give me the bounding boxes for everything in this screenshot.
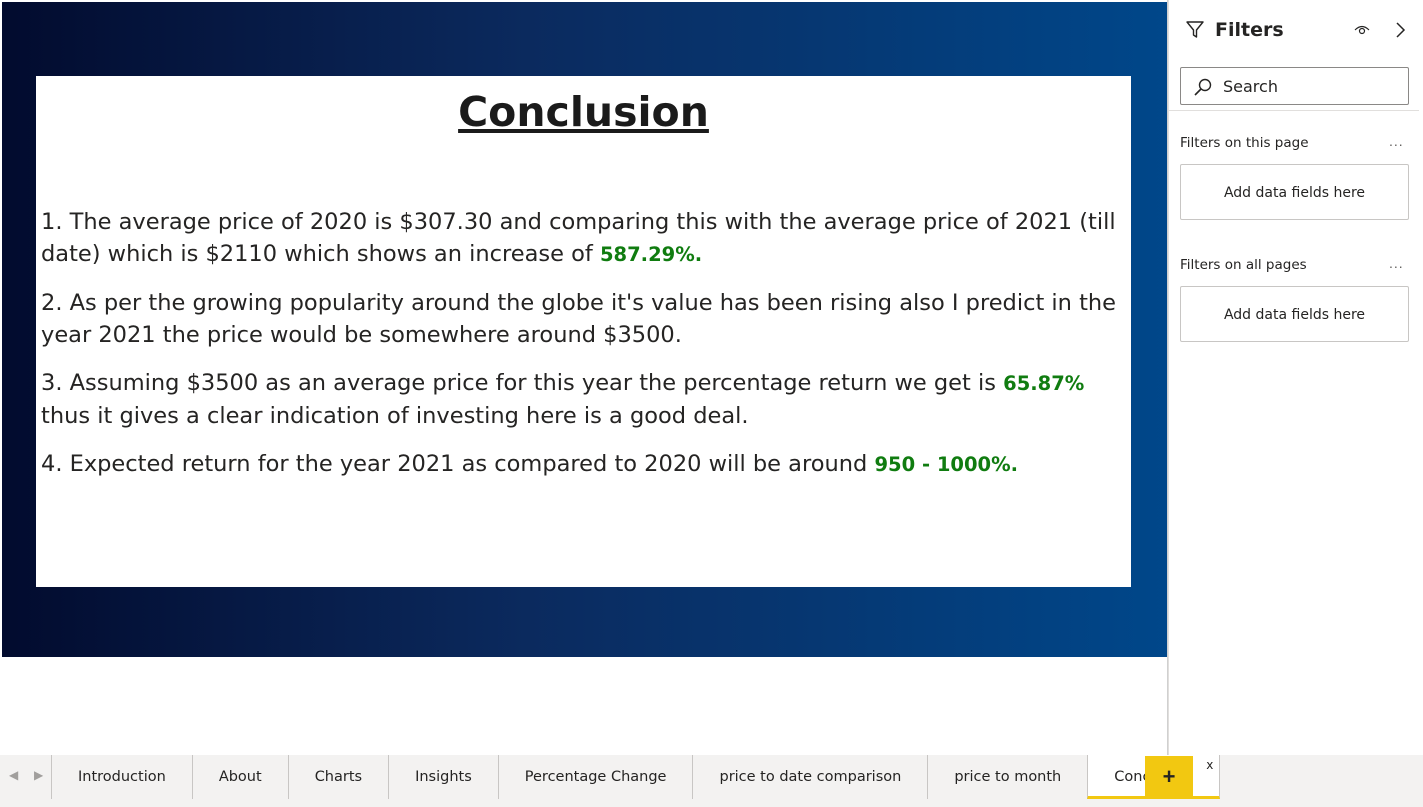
conclusion-point-2: 2. As per the growing popularity around …	[41, 287, 1121, 351]
tab-price-to-month[interactable]: price to month	[927, 755, 1088, 799]
page-filters-dropzone[interactable]: Add data fields here	[1180, 164, 1409, 220]
tab-percentage-change[interactable]: Percentage Change	[497, 755, 693, 799]
point-highlight: 587.29%.	[599, 243, 703, 266]
tab-insights[interactable]: Insights	[388, 755, 498, 799]
divider	[1169, 110, 1419, 111]
all-pages-filters-dropzone[interactable]: Add data fields here	[1180, 286, 1409, 342]
tab-about[interactable]: About	[191, 755, 288, 799]
point-highlight: 950 - 1000%.	[874, 453, 1019, 476]
point-text: 4. Expected return for the year 2021 as …	[41, 451, 875, 477]
tab-charts[interactable]: Charts	[287, 755, 389, 799]
tab-price-to-date-comparison[interactable]: price to date comparison	[692, 755, 928, 799]
funnel-icon	[1185, 20, 1205, 45]
filters-header: Filters	[1183, 18, 1413, 44]
conclusion-point-1: 1. The average price of 2020 is $307.30 …	[41, 206, 1121, 271]
filter-search[interactable]	[1180, 67, 1409, 105]
chevron-left-icon[interactable]: ◀	[9, 768, 18, 782]
chevron-right-icon[interactable]: ▶	[34, 768, 43, 782]
more-options-icon[interactable]: ...	[1389, 133, 1404, 149]
tab-label: price to month	[954, 769, 1062, 785]
report-canvas: Conclusion 1. The average price of 2020 …	[0, 0, 1168, 755]
conclusion-textbox[interactable]: Conclusion 1. The average price of 2020 …	[36, 76, 1131, 587]
page-tab-bar: ◀ ▶ Introduction About Charts Insights P…	[0, 755, 1423, 807]
tab-introduction[interactable]: Introduction	[51, 755, 192, 799]
more-options-icon[interactable]: ...	[1389, 255, 1404, 271]
tab-label: Insights	[415, 769, 472, 785]
conclusion-point-4: 4. Expected return for the year 2021 as …	[41, 448, 1121, 481]
report-page: Conclusion 1. The average price of 2020 …	[2, 2, 1167, 657]
chevron-right-icon[interactable]	[1392, 21, 1408, 44]
filters-title: Filters	[1215, 19, 1284, 41]
filters-on-this-page-label: Filters on this page	[1180, 135, 1309, 151]
point-text: 3. Assuming $3500 as an average price fo…	[41, 370, 1004, 396]
search-input[interactable]	[1223, 76, 1398, 96]
close-icon[interactable]: x	[1206, 743, 1213, 787]
point-text: 1. The average price of 2020 is $307.30 …	[41, 209, 1116, 267]
point-text: 2. As per the growing popularity around …	[41, 290, 1117, 348]
point-text-after: thus it gives a clear indication of inve…	[41, 403, 749, 429]
eye-icon[interactable]	[1353, 21, 1371, 44]
tab-navigation: ◀ ▶	[2, 755, 50, 799]
page-tabs: Introduction About Charts Insights Perce…	[51, 755, 1221, 799]
search-icon	[1193, 77, 1213, 102]
conclusion-points: 1. The average price of 2020 is $307.30 …	[41, 206, 1121, 497]
tab-label: price to date comparison	[719, 769, 902, 785]
tab-label: Charts	[314, 769, 363, 785]
tab-label: Percentage Change	[524, 769, 667, 785]
point-highlight: 65.87%	[1003, 372, 1085, 395]
filters-pane: Filters Filters on this page ... Add dat…	[1168, 0, 1423, 755]
add-page-button[interactable]: +	[1145, 756, 1193, 798]
tab-label: Introduction	[78, 769, 166, 785]
page-title: Conclusion	[458, 88, 709, 136]
conclusion-point-3: 3. Assuming $3500 as an average price fo…	[41, 367, 1121, 432]
filters-on-all-pages-label: Filters on all pages	[1180, 257, 1307, 273]
tab-label: About	[218, 769, 262, 785]
